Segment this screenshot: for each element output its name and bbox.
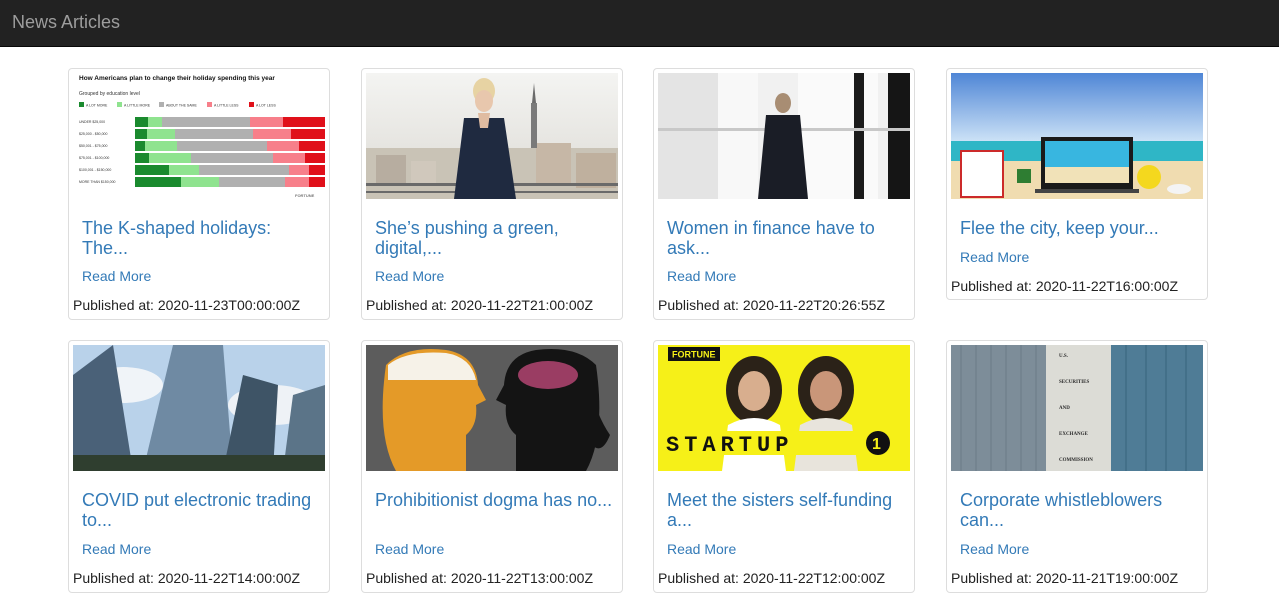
published-label: Published at:	[658, 297, 739, 313]
published-date: Published at: 2020-11-22T20:26:55Z	[658, 296, 885, 314]
article-card: Prohibitionist dogma has no... Read More…	[361, 340, 623, 593]
article-title[interactable]: Flee the city, keep your...	[960, 218, 1198, 238]
published-value: 2020-11-22T16:00:00Z	[1035, 278, 1179, 294]
row-label: $75,001 - $100,000	[79, 156, 109, 160]
row-label: MORE THAN $150,000	[79, 180, 116, 184]
published-label: Published at:	[951, 278, 1032, 294]
row-label: UNDER $25,000	[79, 120, 105, 124]
woman-city-image	[366, 73, 618, 199]
facade-line: SECURITIES	[1059, 380, 1090, 385]
article-title[interactable]: She’s pushing a green, digital,...	[375, 218, 613, 258]
article-thumbnail[interactable]	[73, 345, 325, 471]
published-value: 2020-11-21T19:00:00Z	[1035, 570, 1179, 586]
published-date: Published at: 2020-11-22T14:00:00Z	[73, 569, 300, 587]
chart-subtitle: Grouped by education level	[79, 91, 140, 97]
article-thumbnail-chart[interactable]: How Americans plan to change their holid…	[73, 73, 325, 199]
read-more-link[interactable]: Read More	[375, 267, 444, 285]
legend-label: A LITTLE LESS	[214, 104, 239, 108]
published-label: Published at:	[366, 570, 447, 586]
published-value: 2020-11-22T14:00:00Z	[157, 570, 301, 586]
published-date: Published at: 2020-11-22T12:00:00Z	[658, 569, 885, 587]
row-label: $50,001 - $75,000	[79, 144, 107, 148]
row-label: $100,001 - $150,000	[79, 168, 111, 172]
spending-chart-image: How Americans plan to change their holid…	[73, 73, 325, 199]
read-more-link[interactable]: Read More	[375, 540, 444, 558]
chart-title: How Americans plan to change their holid…	[79, 75, 275, 82]
facade-line: COMMISSION	[1059, 458, 1093, 463]
year-label: 1	[872, 436, 881, 453]
published-label: Published at:	[366, 297, 447, 313]
legend-label: A LITTLE MORE	[124, 104, 151, 108]
article-title[interactable]: COVID put electronic trading to...	[82, 490, 320, 530]
article-grid: How Americans plan to change their holid…	[0, 0, 1279, 605]
published-value: 2020-11-22T20:26:55Z	[742, 297, 886, 313]
read-more-link[interactable]: Read More	[960, 248, 1029, 266]
published-label: Published at:	[73, 297, 154, 313]
legend-label: ABOUT THE SAME	[166, 104, 197, 108]
read-more-link[interactable]: Read More	[82, 540, 151, 558]
article-card: Women in finance have to ask... Read Mor…	[653, 68, 915, 320]
article-thumbnail[interactable]	[951, 73, 1203, 199]
article-thumbnail[interactable]	[366, 73, 618, 199]
article-card: FORTUNE STARTUP 1 Meet the sisters self-…	[653, 340, 915, 593]
published-date: Published at: 2020-11-21T19:00:00Z	[951, 569, 1178, 587]
beach-desk-image	[951, 73, 1203, 199]
read-more-link[interactable]: Read More	[960, 540, 1029, 558]
article-card: Flee the city, keep your... Read More Pu…	[946, 68, 1208, 300]
article-title[interactable]: Prohibitionist dogma has no...	[375, 490, 613, 510]
chart-footer: FORTUNE	[295, 193, 315, 198]
article-card: U.S. SECURITIES AND EXCHANGE COMMISSION …	[946, 340, 1208, 593]
published-value: 2020-11-22T13:00:00Z	[450, 570, 594, 586]
article-thumbnail[interactable]: U.S. SECURITIES AND EXCHANGE COMMISSION	[951, 345, 1203, 471]
sec-building-image: U.S. SECURITIES AND EXCHANGE COMMISSION	[951, 345, 1203, 471]
article-card: COVID put electronic trading to... Read …	[68, 340, 330, 593]
row-label: $25,000 - $50,000	[79, 132, 107, 136]
article-card: How Americans plan to change their holid…	[68, 68, 330, 320]
facade-line: AND	[1059, 406, 1070, 411]
article-title[interactable]: Meet the sisters self-funding a...	[667, 490, 905, 530]
facade-line: EXCHANGE	[1059, 432, 1089, 437]
startup-image: FORTUNE STARTUP 1	[658, 345, 910, 471]
published-label: Published at:	[951, 570, 1032, 586]
read-more-link[interactable]: Read More	[667, 267, 736, 285]
read-more-link[interactable]: Read More	[82, 267, 151, 285]
article-thumbnail[interactable]	[658, 73, 910, 199]
published-label: Published at:	[73, 570, 154, 586]
legend-label: A LOT MORE	[86, 104, 108, 108]
read-more-link[interactable]: Read More	[667, 540, 736, 558]
article-title[interactable]: The K-shaped holidays: The...	[82, 218, 320, 258]
published-date: Published at: 2020-11-22T16:00:00Z	[951, 277, 1178, 295]
published-date: Published at: 2020-11-22T13:00:00Z	[366, 569, 593, 587]
facade-line: U.S.	[1059, 354, 1069, 359]
article-thumbnail[interactable]	[366, 345, 618, 471]
legend-label: A LOT LESS	[256, 104, 276, 108]
woman-window-image	[658, 73, 910, 199]
skyscrapers-image	[73, 345, 325, 471]
article-card: She’s pushing a green, digital,... Read …	[361, 68, 623, 320]
heads-image	[366, 345, 618, 471]
published-value: 2020-11-22T21:00:00Z	[450, 297, 594, 313]
article-thumbnail[interactable]: FORTUNE STARTUP 1	[658, 345, 910, 471]
published-date: Published at: 2020-11-23T00:00:00Z	[73, 296, 300, 314]
article-title[interactable]: Women in finance have to ask...	[667, 218, 905, 258]
article-title[interactable]: Corporate whistleblowers can...	[960, 490, 1198, 530]
published-date: Published at: 2020-11-22T21:00:00Z	[366, 296, 593, 314]
published-label: Published at:	[658, 570, 739, 586]
published-value: 2020-11-22T12:00:00Z	[742, 570, 886, 586]
startup-word: STARTUP	[666, 433, 793, 458]
published-value: 2020-11-23T00:00:00Z	[157, 297, 301, 313]
fortune-badge: FORTUNE	[672, 350, 716, 360]
